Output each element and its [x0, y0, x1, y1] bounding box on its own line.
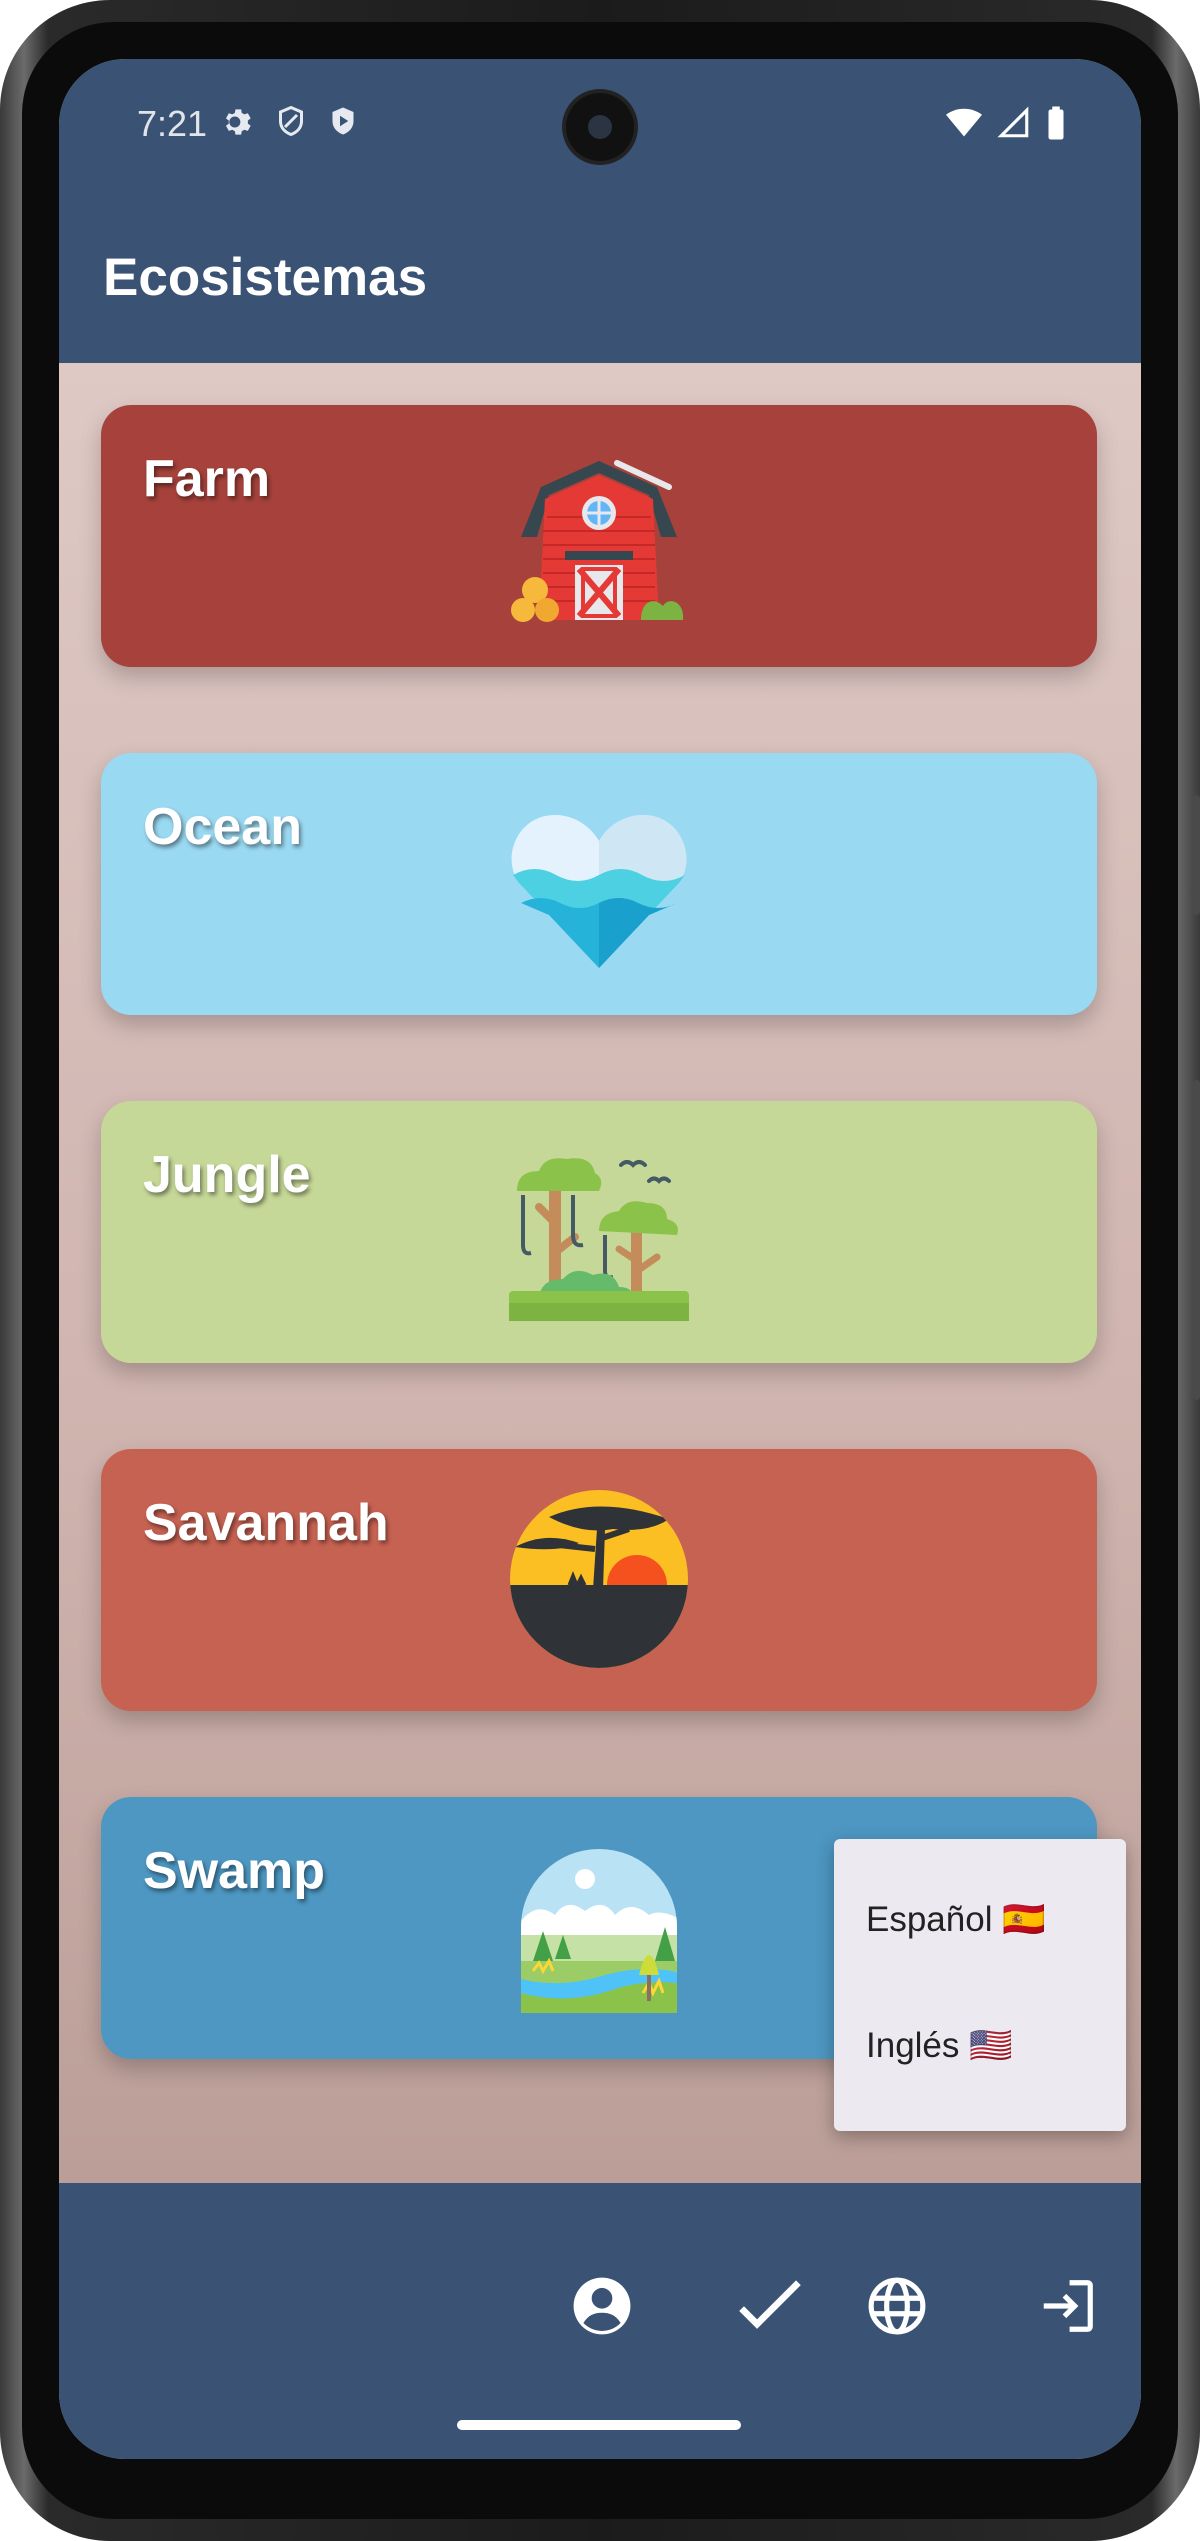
barn-icon [511, 460, 684, 622]
battery-icon [1048, 106, 1064, 140]
ecosystem-card-farm[interactable]: Farm [101, 405, 1097, 667]
ecosystem-card-ocean[interactable]: Ocean [101, 753, 1097, 1015]
volume-button [1193, 1080, 1200, 1400]
ecosystem-card-jungle[interactable]: Jungle [101, 1101, 1097, 1363]
settings-gear-icon [225, 109, 251, 135]
app-top-bar: 7:21 Ecosistemas [59, 59, 1141, 363]
ecosystem-card-savannah[interactable]: Savannah [101, 1449, 1097, 1711]
savannah-sunset-icon [510, 1490, 688, 1668]
shield-play-icon [332, 107, 354, 135]
card-label: Jungle [143, 1146, 311, 1204]
app-title: Ecosistemas [103, 248, 428, 307]
language-menu: Español 🇪🇸 Inglés 🇺🇸 [834, 1839, 1126, 2131]
card-label: Farm [143, 450, 271, 508]
card-label: Savannah [143, 1494, 389, 1552]
shield-outline-icon [279, 105, 303, 137]
front-camera [566, 93, 634, 161]
language-option-spanish[interactable]: Español 🇪🇸 [866, 1899, 1046, 1940]
cell-signal-icon [997, 106, 1029, 138]
status-time: 7:21 [137, 103, 208, 144]
status-left-icons [219, 103, 361, 141]
account-circle-icon[interactable] [571, 2275, 633, 2337]
power-button [1193, 795, 1200, 915]
status-right-icons [945, 105, 1067, 141]
check-icon[interactable] [739, 2275, 801, 2337]
screen: 7:21 Ecosistemas Farm Ocean Jungle Savan… [59, 59, 1141, 2459]
bottom-navigation-bar [59, 2183, 1141, 2459]
card-label: Swamp [143, 1842, 326, 1900]
jungle-trees-icon [509, 1158, 689, 1321]
globe-icon[interactable] [866, 2275, 928, 2337]
language-option-english[interactable]: Inglés 🇺🇸 [866, 2025, 1013, 2066]
home-indicator[interactable] [457, 2420, 741, 2430]
ocean-heart-icon [511, 815, 687, 968]
logout-icon[interactable] [1036, 2275, 1098, 2337]
wifi-icon [946, 108, 982, 137]
card-label: Ocean [143, 798, 302, 856]
swamp-landscape-icon [521, 1849, 677, 2013]
